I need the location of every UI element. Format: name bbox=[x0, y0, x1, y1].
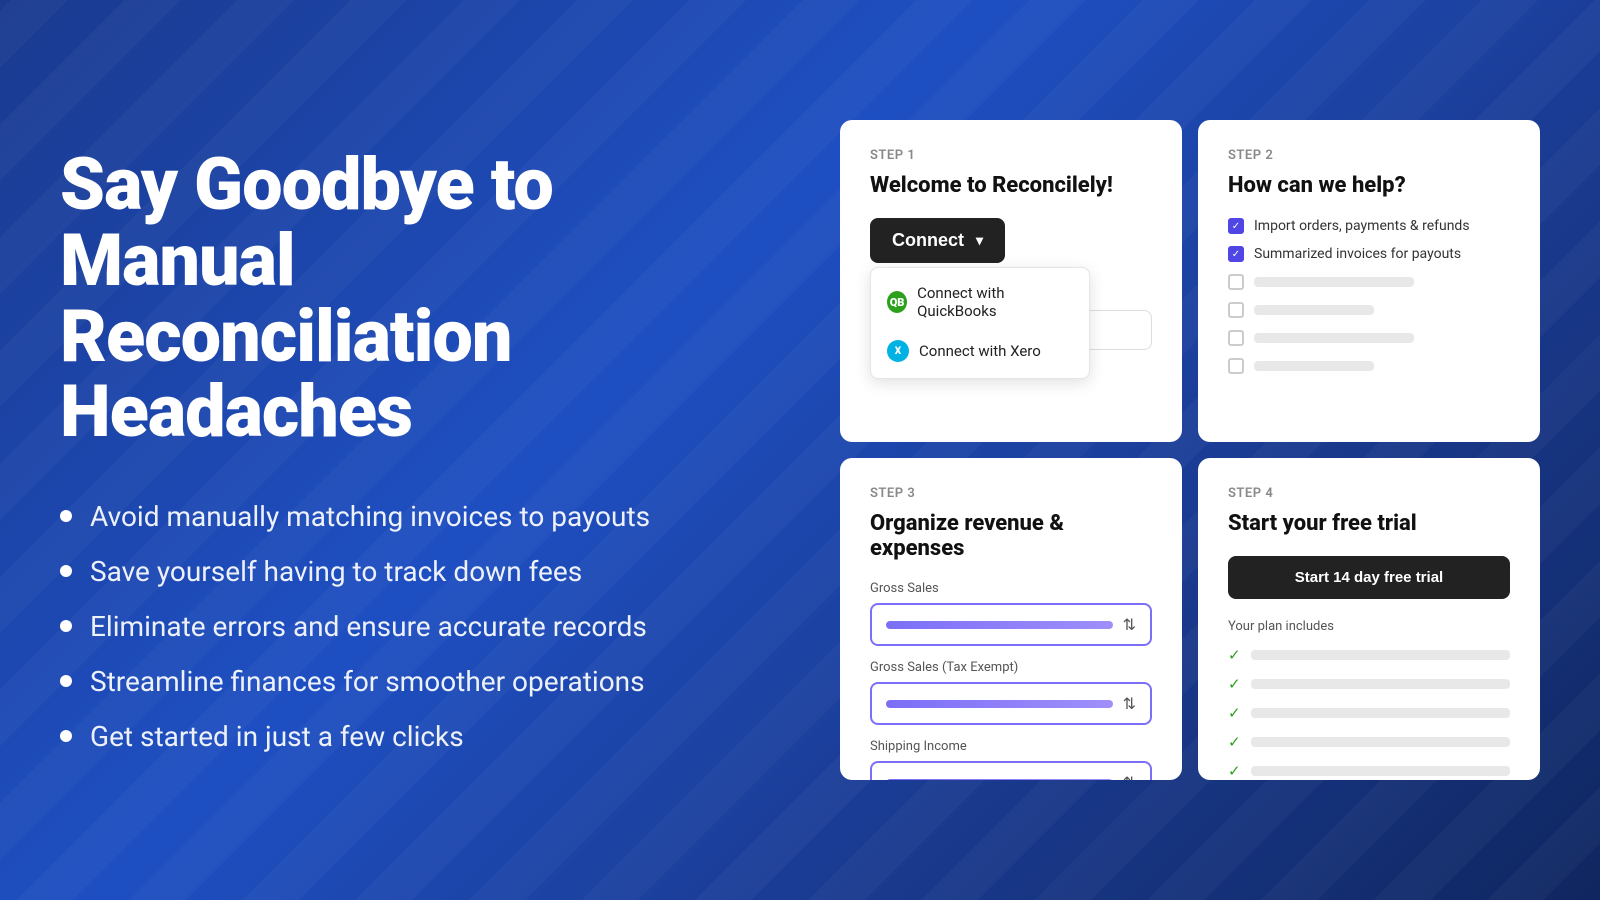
shipping-income-select[interactable]: ⇅ bbox=[870, 761, 1152, 780]
bullet-text: Streamline finances for smoother operati… bbox=[90, 665, 645, 698]
check-icon-4: ✓ bbox=[1228, 733, 1241, 751]
bullet-text: Eliminate errors and ensure accurate rec… bbox=[90, 610, 647, 643]
step4-title: Start your free trial bbox=[1228, 511, 1510, 536]
checkbox-item-3[interactable] bbox=[1228, 274, 1510, 290]
checkbox-item-6[interactable] bbox=[1228, 358, 1510, 374]
left-panel: Say Goodbye to Manual Reconciliation Hea… bbox=[60, 147, 760, 752]
plan-item-5: ✓ bbox=[1228, 762, 1510, 780]
plan-item-3: ✓ bbox=[1228, 704, 1510, 722]
select-chevron-1: ⇅ bbox=[1123, 615, 1136, 634]
checkbox-label-2: Summarized invoices for payouts bbox=[1254, 246, 1461, 262]
placeholder-5 bbox=[1254, 333, 1414, 343]
checkbox-checked-icon-1: ✓ bbox=[1228, 218, 1244, 234]
bullet-item: Eliminate errors and ensure accurate rec… bbox=[60, 610, 760, 643]
select-chevron-2: ⇅ bbox=[1123, 694, 1136, 713]
xero-icon: X bbox=[887, 340, 909, 362]
select-chevron-3: ⇅ bbox=[1123, 773, 1136, 780]
bullet-item: Streamline finances for smoother operati… bbox=[60, 665, 760, 698]
right-panel: STEP 1 Welcome to Reconcilely! Connect ▾… bbox=[840, 120, 1540, 780]
checkbox-item-5[interactable] bbox=[1228, 330, 1510, 346]
connect-button[interactable]: Connect ▾ bbox=[870, 218, 1005, 263]
bullet-text: Get started in just a few clicks bbox=[90, 720, 464, 753]
step1-card: STEP 1 Welcome to Reconcilely! Connect ▾… bbox=[840, 120, 1182, 442]
shipping-income-label: Shipping Income bbox=[870, 739, 1152, 754]
step3-label: STEP 3 bbox=[870, 486, 1152, 501]
check-icon-3: ✓ bbox=[1228, 704, 1241, 722]
plan-placeholder-5 bbox=[1251, 766, 1510, 776]
plan-placeholder-4 bbox=[1251, 737, 1510, 747]
connect-dropdown: QB Connect with QuickBooks X Connect wit… bbox=[870, 267, 1090, 379]
step1-title: Welcome to Reconcilely! bbox=[870, 173, 1152, 198]
start-trial-button[interactable]: Start 14 day free trial bbox=[1228, 556, 1510, 599]
step4-card: STEP 4 Start your free trial Start 14 da… bbox=[1198, 458, 1540, 780]
placeholder-3 bbox=[1254, 277, 1414, 287]
plan-item-2: ✓ bbox=[1228, 675, 1510, 693]
checkbox-checked-icon-2: ✓ bbox=[1228, 246, 1244, 262]
step3-card: STEP 3 Organize revenue & expenses Gross… bbox=[840, 458, 1182, 780]
step4-label: STEP 4 bbox=[1228, 486, 1510, 501]
checkbox-list: ✓ Import orders, payments & refunds ✓ Su… bbox=[1228, 218, 1510, 374]
connect-quickbooks-item[interactable]: QB Connect with QuickBooks bbox=[871, 274, 1089, 330]
bullet-item: Get started in just a few clicks bbox=[60, 720, 760, 753]
quickbooks-icon: QB bbox=[887, 291, 907, 313]
plan-label: Your plan includes bbox=[1228, 619, 1510, 634]
bullet-dot bbox=[60, 620, 72, 632]
checkbox-item-4[interactable] bbox=[1228, 302, 1510, 318]
step3-title: Organize revenue & expenses bbox=[870, 511, 1152, 561]
bullet-dot bbox=[60, 730, 72, 742]
connect-xero-item[interactable]: X Connect with Xero bbox=[871, 330, 1089, 372]
checkbox-unchecked-icon-4 bbox=[1228, 302, 1244, 318]
plan-placeholder-1 bbox=[1251, 650, 1510, 660]
step2-card: STEP 2 How can we help? ✓ Import orders,… bbox=[1198, 120, 1540, 442]
check-icon-2: ✓ bbox=[1228, 675, 1241, 693]
checkbox-item-2[interactable]: ✓ Summarized invoices for payouts bbox=[1228, 246, 1510, 262]
bullet-item: Save yourself having to track down fees bbox=[60, 555, 760, 588]
check-icon-1: ✓ bbox=[1228, 646, 1241, 664]
bullet-item: Avoid manually matching invoices to payo… bbox=[60, 500, 760, 533]
bullet-dot bbox=[60, 510, 72, 522]
plan-placeholder-2 bbox=[1251, 679, 1510, 689]
plan-placeholder-3 bbox=[1251, 708, 1510, 718]
bullet-dot bbox=[60, 565, 72, 577]
checkbox-label-1: Import orders, payments & refunds bbox=[1254, 218, 1470, 234]
placeholder-6 bbox=[1254, 361, 1374, 371]
checkbox-unchecked-icon-6 bbox=[1228, 358, 1244, 374]
step2-title: How can we help? bbox=[1228, 173, 1510, 198]
bullet-text: Avoid manually matching invoices to payo… bbox=[90, 500, 650, 533]
step1-label: STEP 1 bbox=[870, 148, 1152, 163]
quickbooks-label: Connect with QuickBooks bbox=[917, 284, 1073, 320]
gross-sales-tax-label: Gross Sales (Tax Exempt) bbox=[870, 660, 1152, 675]
bullet-list: Avoid manually matching invoices to payo… bbox=[60, 500, 760, 753]
checkbox-unchecked-icon-5 bbox=[1228, 330, 1244, 346]
placeholder-4 bbox=[1254, 305, 1374, 315]
chevron-down-icon: ▾ bbox=[976, 232, 983, 249]
gross-sales-tax-bar bbox=[886, 700, 1113, 708]
connect-btn-wrapper: Connect ▾ QB Connect with QuickBooks X C… bbox=[870, 218, 1005, 263]
check-icon-5: ✓ bbox=[1228, 762, 1241, 780]
xero-label: Connect with Xero bbox=[919, 342, 1041, 360]
plan-item-4: ✓ bbox=[1228, 733, 1510, 751]
hero-title: Say Goodbye to Manual Reconciliation Hea… bbox=[60, 147, 760, 449]
bullet-text: Save yourself having to track down fees bbox=[90, 555, 582, 588]
checkbox-item-1[interactable]: ✓ Import orders, payments & refunds bbox=[1228, 218, 1510, 234]
gross-sales-bar bbox=[886, 621, 1113, 629]
gross-sales-label: Gross Sales bbox=[870, 581, 1152, 596]
plan-items: ✓ ✓ ✓ ✓ ✓ bbox=[1228, 646, 1510, 780]
plan-item-1: ✓ bbox=[1228, 646, 1510, 664]
connect-label: Connect bbox=[892, 230, 964, 251]
step2-label: STEP 2 bbox=[1228, 148, 1510, 163]
gross-sales-tax-select[interactable]: ⇅ bbox=[870, 682, 1152, 725]
checkbox-unchecked-icon-3 bbox=[1228, 274, 1244, 290]
gross-sales-select[interactable]: ⇅ bbox=[870, 603, 1152, 646]
shipping-income-bar bbox=[886, 779, 1113, 781]
bullet-dot bbox=[60, 675, 72, 687]
